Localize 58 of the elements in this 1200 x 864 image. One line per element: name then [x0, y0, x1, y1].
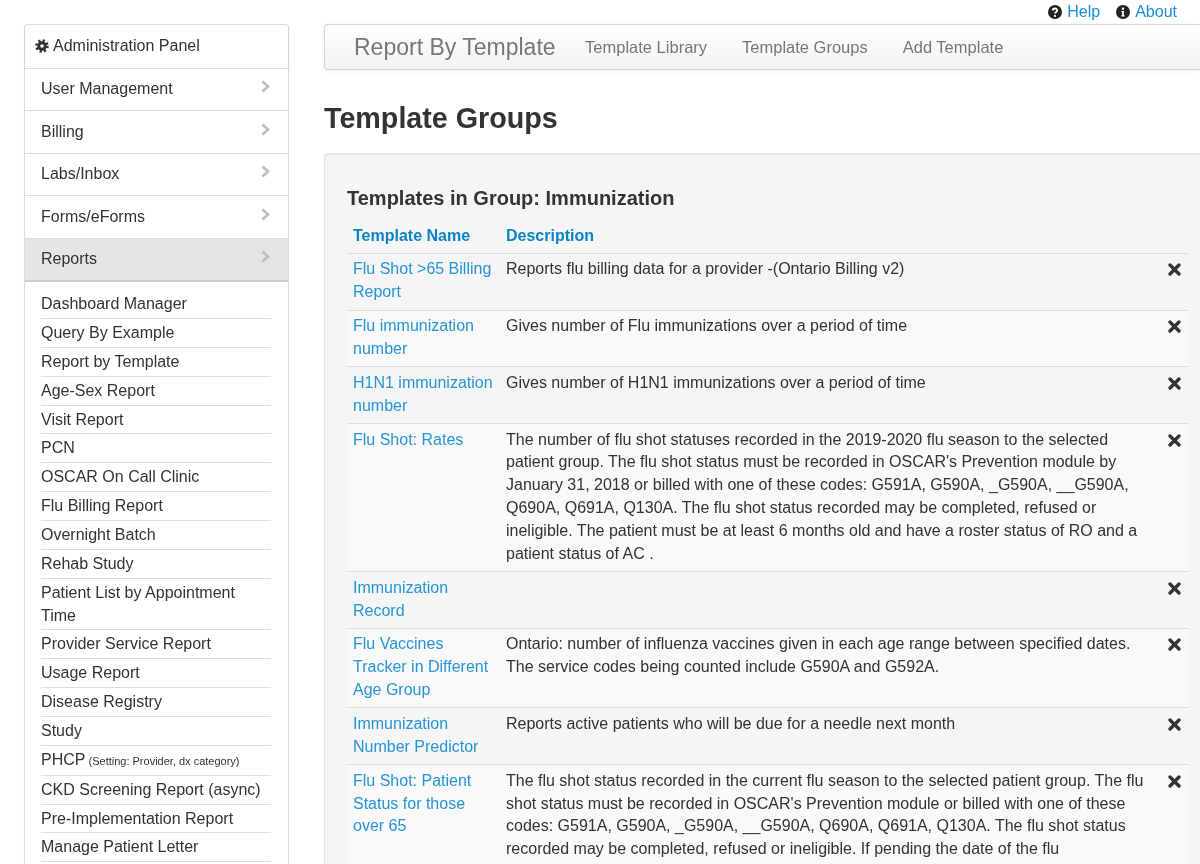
column-header: Description [500, 220, 1150, 254]
sidebar-menu-item[interactable]: Labs/Inbox [25, 153, 288, 197]
navbar-brand[interactable]: Report By Template [354, 32, 556, 62]
report-link[interactable]: Flu Billing Report [41, 492, 271, 521]
column-header: Template Name [347, 220, 500, 254]
gear-icon [35, 39, 49, 54]
report-link[interactable]: Disease Registry [41, 688, 271, 717]
report-link[interactable]: Manage Patient Letter [41, 833, 271, 863]
description-text: Reports flu billing data for a provider -(Ontario Billing v2) [506, 259, 905, 280]
description-text: Reports active patients who will be due for a needle next month [506, 713, 956, 734]
cross-icon[interactable] [1168, 376, 1181, 390]
page-title: Template Groups [324, 101, 559, 136]
nav-link[interactable]: Template Groups [724, 26, 886, 68]
chevron-icon [261, 207, 270, 221]
cross-icon[interactable] [1168, 638, 1181, 652]
report-link[interactable]: Patient List by Appointment Time [41, 578, 271, 631]
nav-link[interactable]: Add Template [885, 26, 1021, 68]
report-link[interactable]: PCN [41, 434, 271, 464]
chevron-icon [261, 80, 270, 94]
report-link[interactable]: CKD Screening Report (async) [41, 775, 271, 805]
report-link[interactable]: Dashboard Manager [41, 290, 271, 319]
chevron-icon [261, 249, 270, 263]
description-text: Gives number of H1N1 immunizations over a period of time [506, 372, 926, 393]
sidebar-menu-item[interactable]: Billing [25, 111, 288, 154]
cross-icon[interactable] [1168, 263, 1181, 277]
cross-icon[interactable] [1168, 320, 1181, 334]
report-link[interactable]: Rehab Study [41, 549, 271, 579]
nav-link[interactable]: Template Library [567, 26, 725, 68]
report-link[interactable]: PHCP (Setting: Provider, dx category) [41, 745, 271, 776]
cross-icon[interactable] [1168, 717, 1181, 731]
chevron-icon [261, 122, 270, 136]
description-text: The number of flu shot statuses recorded in the 2019-2020 flu season to the selected patient group. The flu shot status must be recorded in OSCAR's Prevention module by January 31, 2018 or billed with one of these codes: G591A, G590A, _G590A, __G590A, Q690A, Q691A, Q130A. The flu shot status recorded may be completed, refused or ineligible. The patient must be at least 6 months old and have a roster status of RO and a patient status of AC . [506, 429, 1139, 564]
report-link[interactable]: Usage Report [41, 659, 271, 689]
cross-icon[interactable] [1168, 774, 1181, 788]
header-link[interactable]: About [1116, 2, 1177, 22]
sidebar-menu-item[interactable]: User Management [25, 68, 288, 112]
header-link[interactable]: Help [1048, 2, 1101, 22]
report-link[interactable]: OSCAR On Call Clinic [41, 463, 271, 493]
sidebar-menu-item[interactable]: Reports [25, 238, 288, 283]
report-link[interactable]: Query By Example [41, 319, 271, 348]
report-link[interactable]: Report by Template [41, 347, 271, 377]
report-link[interactable]: Age-Sex Report [41, 376, 271, 406]
cross-icon[interactable] [1168, 581, 1181, 595]
help-icon [1048, 5, 1063, 19]
cross-icon[interactable] [1168, 433, 1181, 447]
report-link[interactable]: Provider Service Report [41, 630, 271, 660]
panel-title: Administration Panel [53, 36, 200, 56]
group-title: Templates in Group: Immunization [347, 186, 676, 211]
description-text: Gives number of Flu immunizations over a period of time [506, 316, 908, 337]
description-text: Ontario: number of influenza vaccines given in each age range between specified dates. The service codes being counted include G590A and G592A. [506, 634, 1132, 678]
sidebar-menu-item[interactable]: Forms/eForms [25, 196, 288, 239]
report-link[interactable]: Study [41, 717, 271, 746]
report-link[interactable]: Visit Report [41, 405, 271, 435]
chevron-icon [261, 165, 270, 179]
info-icon [1116, 5, 1131, 19]
description-text: The flu shot status recorded in the current flu season to the selected patient group. The flu shot status must be recorded in OSCAR's Prevention module or billed with one of these codes: G591A, G590A, _G590A, __G590A, Q690A, Q691A, Q130A. The flu shot status recorded may be completed, refused or ineligible. If pending the date of the flu [506, 770, 1144, 860]
report-link[interactable]: Pre-Implementation Report [41, 804, 271, 834]
report-link[interactable]: Overnight Batch [41, 521, 271, 550]
